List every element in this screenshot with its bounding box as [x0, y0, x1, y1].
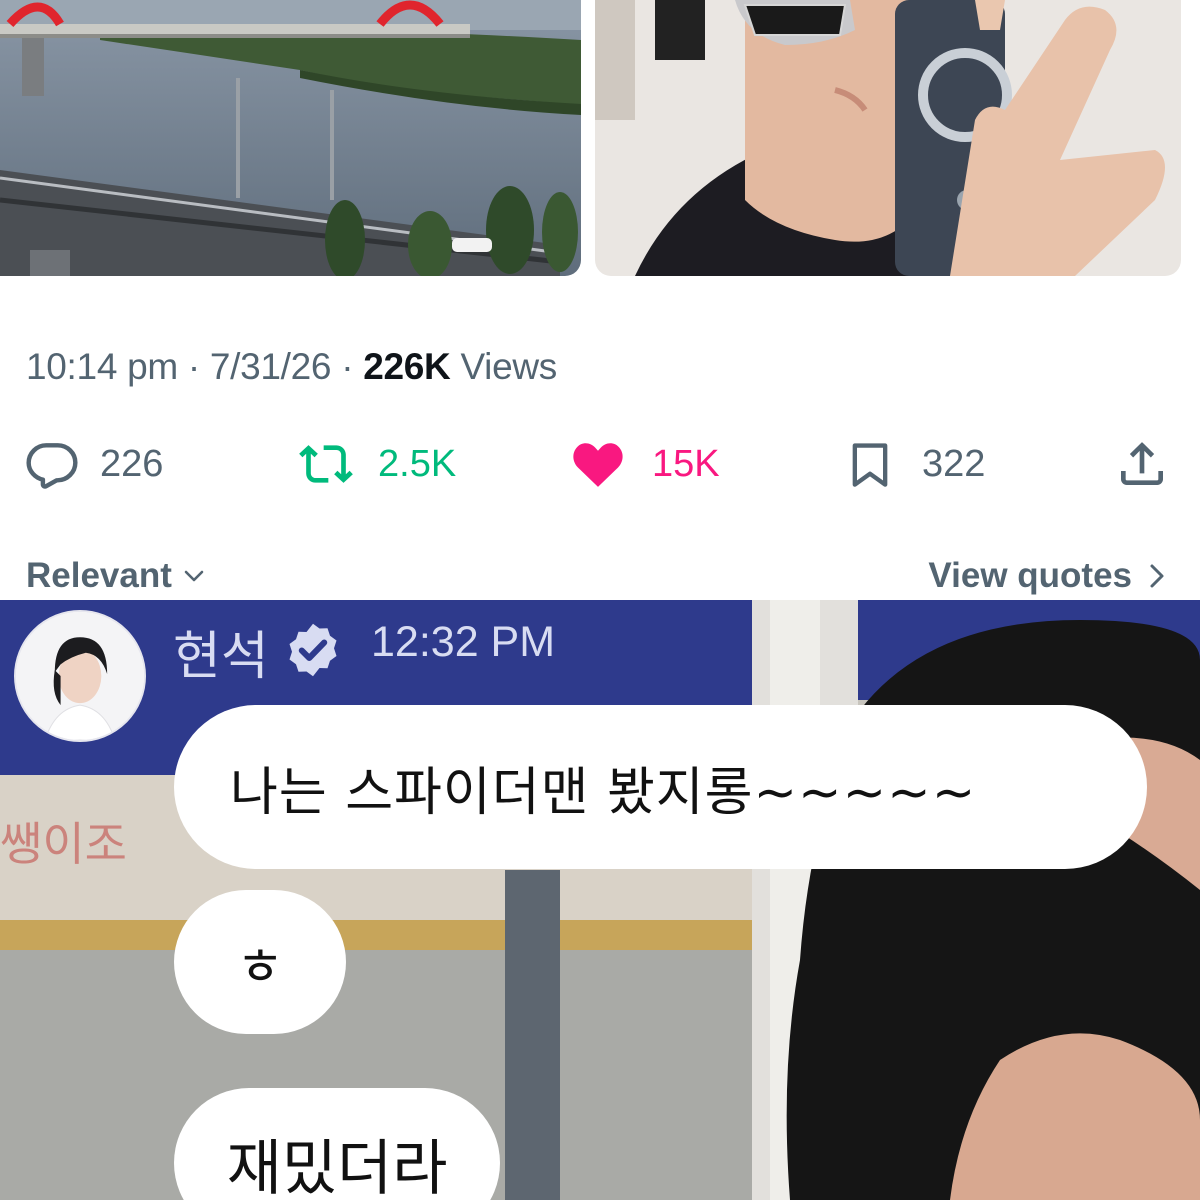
- tweet-time: 10:14 pm: [26, 346, 178, 387]
- chevron-right-icon: [1150, 564, 1164, 588]
- sender-name: 현석: [173, 627, 269, 687]
- chat-bubble: 나는 스파이더맨 봤지롱~~~~~: [174, 705, 1147, 869]
- reply-chat-photo[interactable]: 쌩이조 현석 12:32 PM 나는 스파이더맨 봤지롱~~~~~ ㅎ 재밌더라: [0, 600, 1200, 1200]
- sort-label: Relevant: [26, 556, 172, 595]
- verified-badge-icon: [289, 623, 337, 677]
- views-count[interactable]: 226K: [363, 346, 451, 387]
- repost-count: 2.5K: [378, 442, 457, 485]
- media-grid: [0, 0, 1200, 276]
- media-photo-selfie[interactable]: [595, 0, 1181, 276]
- chat-bubble: 재밌더라: [174, 1088, 500, 1200]
- chat-bubble: ㅎ: [174, 890, 346, 1034]
- heart-filled-icon: [568, 436, 628, 492]
- view-quotes-label: View quotes: [928, 556, 1132, 595]
- view-quotes-link[interactable]: View quotes: [928, 556, 1168, 596]
- chevron-down-icon: [184, 570, 204, 582]
- selfie-photo-icon: [595, 0, 1181, 276]
- views-label[interactable]: Views: [460, 346, 557, 387]
- like-count: 15K: [652, 442, 720, 485]
- reply-icon: [22, 436, 82, 492]
- tweet-timestamp-views: 10:14 pm · 7/31/26 · 226K Views: [26, 346, 557, 388]
- repost-button[interactable]: 2.5K: [296, 436, 456, 492]
- replies-sort-dropdown[interactable]: Relevant: [26, 556, 206, 596]
- meta-separator: ·: [331, 346, 364, 387]
- svg-text:쌩이조: 쌩이조: [0, 817, 127, 871]
- share-button[interactable]: [1112, 436, 1172, 492]
- like-button[interactable]: 15K: [568, 436, 720, 492]
- reply-button[interactable]: 226: [22, 436, 163, 492]
- sender-avatar[interactable]: [14, 610, 146, 742]
- chat-background-photo-icon: 쌩이조: [0, 600, 1200, 1200]
- reply-count: 226: [100, 442, 164, 485]
- message-time: 12:32 PM: [371, 618, 556, 666]
- bookmark-icon: [840, 436, 900, 492]
- bridge-photo-icon: [0, 0, 581, 276]
- bookmark-button[interactable]: 322: [840, 436, 985, 492]
- tweet-date[interactable]: 7/31/26: [210, 346, 332, 387]
- avatar-photo-icon: [16, 612, 144, 740]
- media-photo-bridge[interactable]: [0, 0, 581, 276]
- bookmark-count: 322: [922, 442, 986, 485]
- share-icon: [1112, 436, 1172, 492]
- repost-icon: [296, 436, 356, 492]
- meta-separator: ·: [177, 346, 210, 387]
